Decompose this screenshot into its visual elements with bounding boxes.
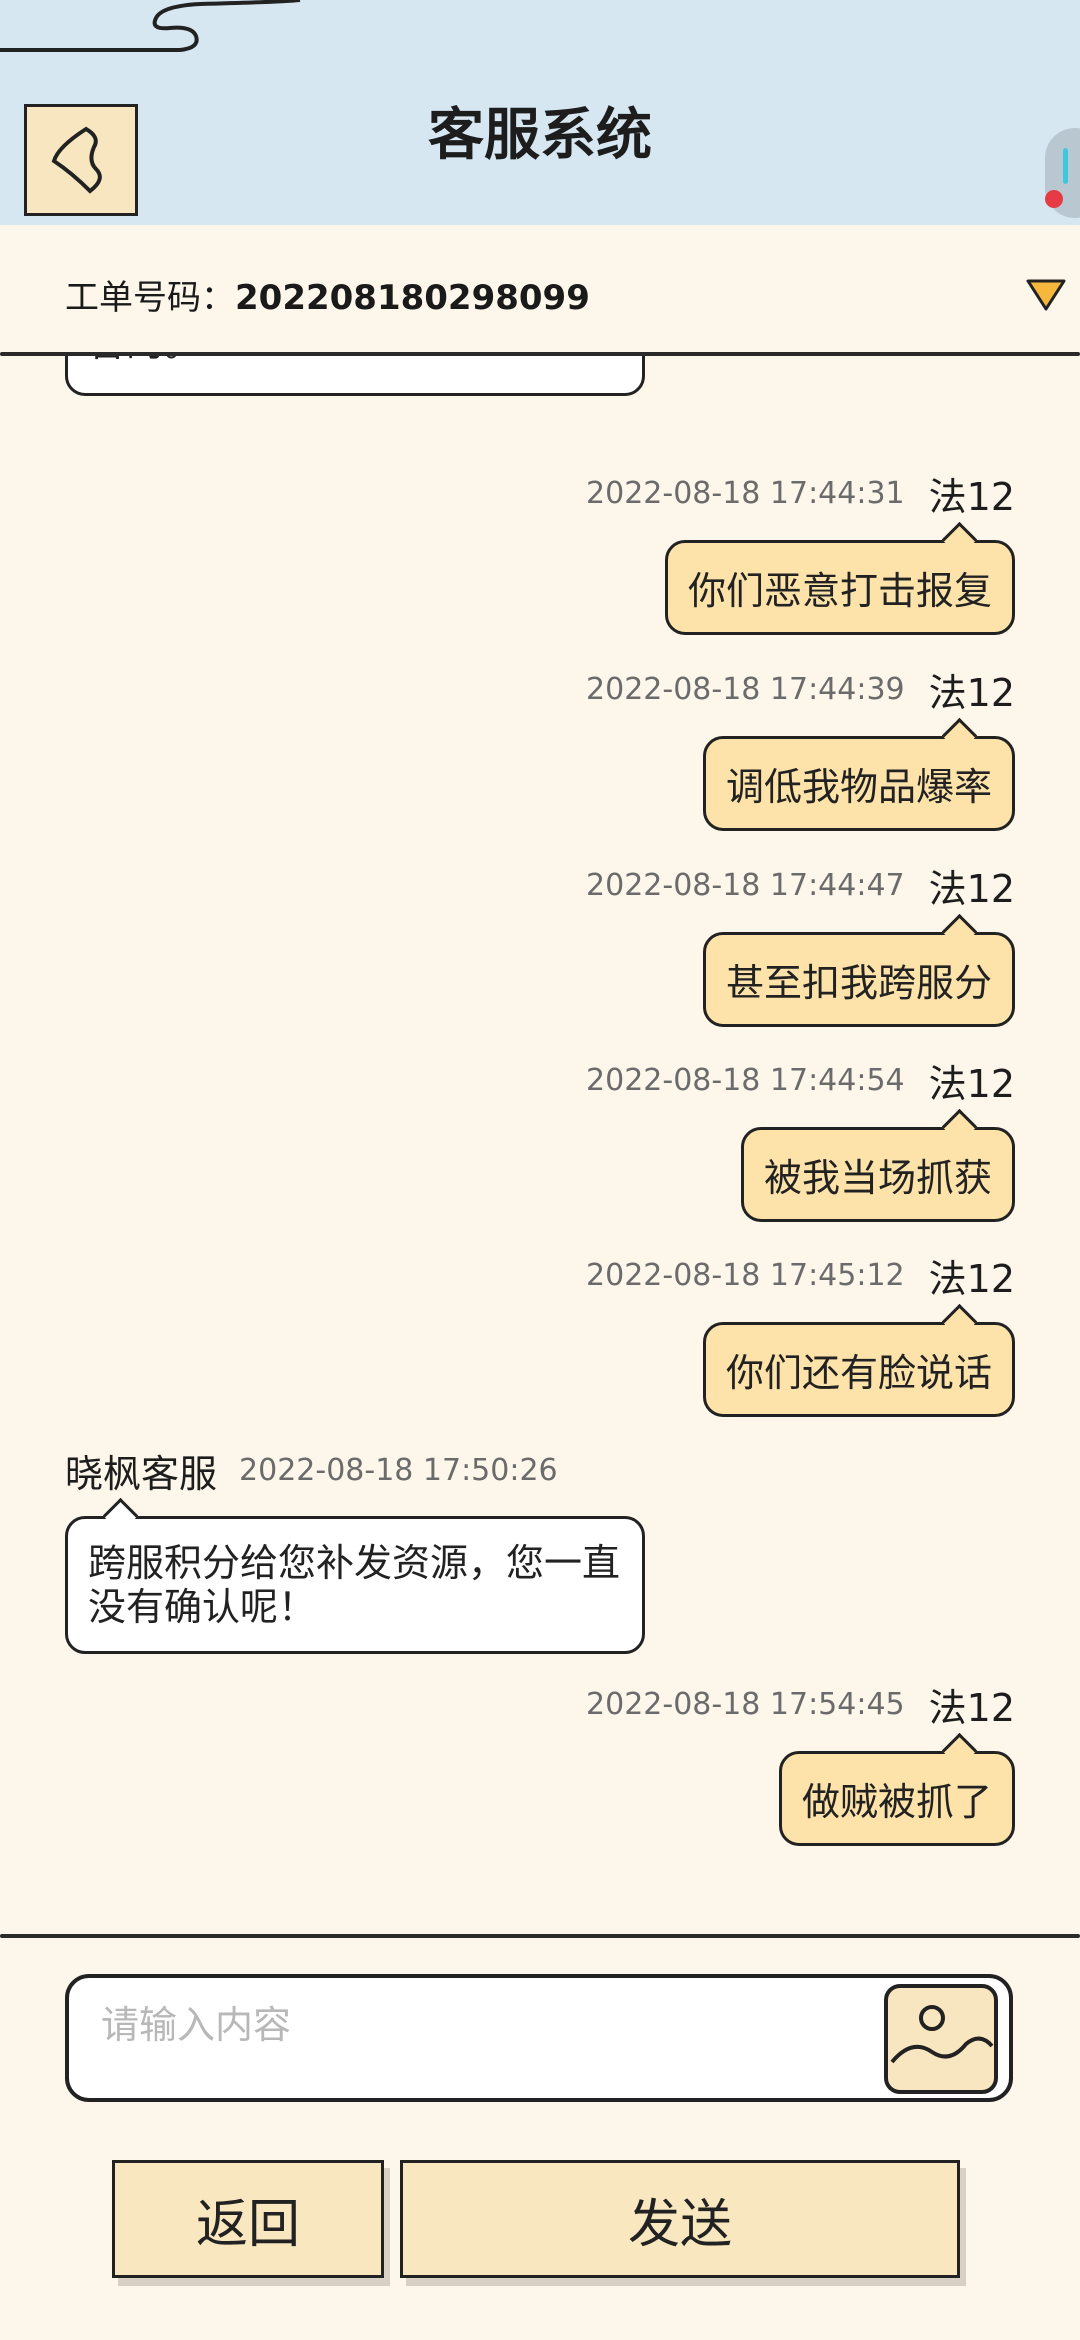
message-text: 言的。 xyxy=(88,356,202,367)
message-text: 甚至扣我跨服分 xyxy=(725,961,992,1005)
sender-name: 法12 xyxy=(928,1686,1015,1730)
image-upload-button[interactable] xyxy=(884,1984,998,2094)
message-timestamp: 2022-08-18 17:44:31 xyxy=(586,476,905,511)
message-meta: 晓枫客服 2022-08-18 17:50:26 xyxy=(65,1443,558,1498)
notification-dot xyxy=(1045,190,1063,208)
message-timestamp: 2022-08-18 17:50:26 xyxy=(239,1453,558,1488)
message-text: 做贼被抓了 xyxy=(801,1780,992,1824)
order-number-label: 工单号码： xyxy=(65,278,235,318)
widget-bar-icon xyxy=(1063,148,1068,184)
agent-message-bubble: 跨服积分给您补发资源，您一直没有确认呢！ xyxy=(65,1516,645,1654)
user-message-bubble: 被我当场抓获 xyxy=(740,1127,1015,1222)
sender-name: 法12 xyxy=(928,1257,1015,1301)
user-message-bubble: 做贼被抓了 xyxy=(778,1751,1015,1846)
message-meta: 2022-08-18 17:44:31 法12 xyxy=(586,466,1015,521)
sender-name: 法12 xyxy=(928,475,1015,519)
order-number-value: 202208180298099 xyxy=(235,278,590,318)
message-timestamp: 2022-08-18 17:44:54 xyxy=(586,1063,905,1098)
user-message-bubble: 甚至扣我跨服分 xyxy=(702,932,1015,1027)
image-icon xyxy=(890,2005,994,2064)
chat-history[interactable]: 言的。 2022-08-18 17:44:31 法12 你们恶意打击报复 202… xyxy=(0,356,1080,1936)
message-input-box xyxy=(65,1974,1013,2102)
user-message-bubble: 你们恶意打击报复 xyxy=(664,540,1015,635)
agent-message-bubble: 言的。 xyxy=(65,356,645,396)
sender-name: 法12 xyxy=(928,867,1015,911)
sender-name: 法12 xyxy=(928,671,1015,715)
header-bar: 客服系统 xyxy=(0,0,1080,225)
sender-name: 法12 xyxy=(928,1062,1015,1106)
message-meta: 2022-08-18 17:44:47 法12 xyxy=(586,858,1015,913)
floating-assistant-widget[interactable] xyxy=(1045,128,1080,218)
back-button[interactable]: 返回 xyxy=(112,2160,384,2278)
message-meta: 2022-08-18 17:44:39 法12 xyxy=(586,662,1015,717)
send-button-label: 发送 xyxy=(627,2194,732,2255)
message-text: 跨服积分给您补发资源，您一直没有确认呢！ xyxy=(88,1541,621,1629)
message-timestamp: 2022-08-18 17:54:45 xyxy=(586,1687,905,1722)
page-title: 客服系统 xyxy=(428,103,652,168)
message-timestamp: 2022-08-18 17:45:12 xyxy=(586,1258,905,1293)
message-timestamp: 2022-08-18 17:44:39 xyxy=(586,672,905,707)
message-meta: 2022-08-18 17:44:54 法12 xyxy=(586,1053,1015,1108)
order-number-field: 工单号码：202208180298099 xyxy=(65,270,590,319)
message-timestamp: 2022-08-18 17:44:47 xyxy=(586,868,905,903)
triangle-down-icon[interactable] xyxy=(1024,275,1068,315)
cloud-decoration-icon xyxy=(0,0,301,52)
message-text: 被我当场抓获 xyxy=(763,1156,992,1200)
message-meta: 2022-08-18 17:45:12 法12 xyxy=(586,1248,1015,1303)
message-text: 你们恶意打击报复 xyxy=(687,569,992,613)
message-text: 你们还有脸说话 xyxy=(725,1351,992,1395)
send-button[interactable]: 发送 xyxy=(400,2160,960,2278)
back-button-label: 返回 xyxy=(195,2194,300,2255)
message-meta: 2022-08-18 17:54:45 法12 xyxy=(586,1677,1015,1732)
user-message-bubble: 你们还有脸说话 xyxy=(702,1322,1015,1417)
bottom-divider xyxy=(0,1934,1080,1938)
message-text: 调低我物品爆率 xyxy=(725,765,992,809)
sender-name: 晓枫客服 xyxy=(65,1452,218,1496)
user-message-bubble: 调低我物品爆率 xyxy=(702,736,1015,831)
message-input[interactable] xyxy=(99,1992,903,2086)
